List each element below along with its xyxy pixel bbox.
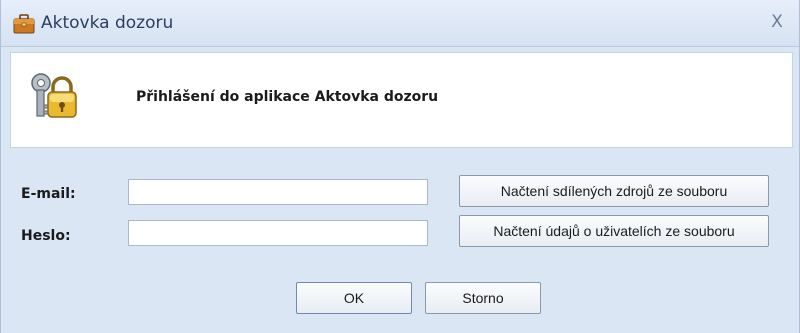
load-shared-sources-button[interactable]: Načtení sdílených zdrojů ze souboru: [459, 175, 769, 207]
password-label: Heslo:: [21, 228, 71, 244]
login-dialog: Aktovka dozoru X Přihlášení do aplikace …: [0, 0, 800, 333]
keys-lock-icon: [31, 73, 77, 118]
password-field[interactable]: [128, 220, 428, 246]
load-user-data-button[interactable]: Načtení údajů o uživatelích ze souboru: [459, 215, 769, 247]
close-icon: X: [771, 12, 783, 32]
email-label: E-mail:: [21, 186, 76, 202]
title-bar: Aktovka dozoru X: [1, 0, 799, 47]
close-button[interactable]: X: [765, 10, 789, 34]
briefcase-icon: [13, 14, 35, 34]
email-field[interactable]: [128, 179, 428, 205]
login-heading: Přihlášení do aplikace Aktovka dozoru: [136, 89, 439, 105]
header-panel: Přihlášení do aplikace Aktovka dozoru: [10, 52, 793, 148]
cancel-button[interactable]: Storno: [425, 282, 541, 314]
window-title: Aktovka dozoru: [41, 13, 174, 33]
ok-button[interactable]: OK: [296, 282, 412, 314]
